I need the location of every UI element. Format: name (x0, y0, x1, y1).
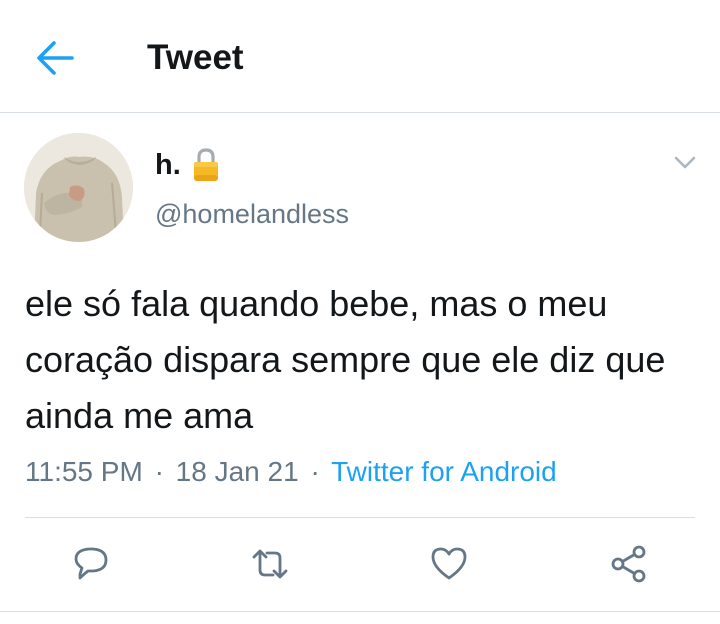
chevron-down-icon (674, 156, 696, 169)
tweet-source-link[interactable]: Twitter for Android (331, 456, 557, 487)
tweet-time: 11:55 PM (25, 456, 143, 487)
reply-icon (74, 547, 108, 580)
tweet-detail-screen: Tweet h. @homelandless ele só fala quand… (0, 0, 720, 624)
tweet-date: 18 Jan 21 (175, 456, 299, 487)
share-button[interactable] (609, 544, 649, 584)
share-icon (611, 545, 646, 583)
heart-icon (431, 547, 467, 580)
page-title: Tweet (147, 38, 244, 77)
like-button[interactable] (429, 544, 469, 584)
tweet-metadata: 11:55 PM · 18 Jan 21 · Twitter for Andro… (25, 456, 557, 488)
author-display-name[interactable]: h. (155, 149, 181, 182)
avatar-image (24, 133, 133, 242)
lock-icon (191, 147, 221, 183)
arrow-left-icon (37, 41, 74, 75)
tweet-text: ele só fala quando bebe, mas o meu coraç… (25, 283, 666, 436)
back-button[interactable] (34, 38, 76, 78)
top-app-bar: Tweet (0, 0, 720, 113)
separator: · (154, 456, 164, 487)
reply-button[interactable] (71, 544, 111, 584)
more-options-button[interactable] (670, 150, 700, 176)
separator: · (310, 456, 320, 487)
retweet-icon (252, 549, 288, 579)
divider (25, 517, 695, 518)
retweet-button[interactable] (250, 544, 290, 584)
author-handle[interactable]: @homelandless (155, 199, 349, 230)
divider (0, 611, 720, 612)
avatar[interactable] (24, 133, 133, 242)
